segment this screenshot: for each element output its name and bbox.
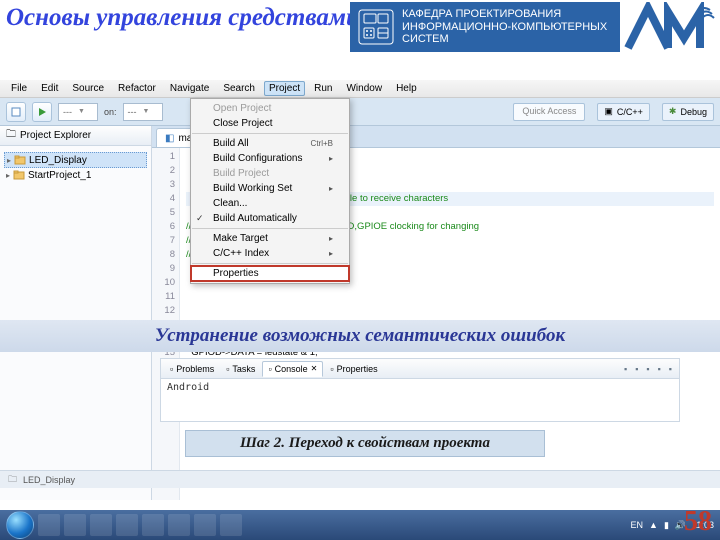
- menu-item-open-project: Open Project: [191, 101, 349, 116]
- panel-tab-console[interactable]: ▫Console ✕: [262, 361, 323, 377]
- menu-item-make-target[interactable]: Make Target▸: [191, 231, 349, 246]
- menu-search[interactable]: Search: [218, 81, 260, 96]
- tray-network-icon: ▮: [664, 520, 669, 531]
- menu-file[interactable]: File: [6, 81, 32, 96]
- bug-icon: ✱: [669, 106, 677, 117]
- taskbar-app-icon[interactable]: [64, 514, 86, 536]
- mid-caption-band: Устранение возможных семантических ошибо…: [0, 320, 720, 352]
- dropdown-icon[interactable]: ▪: [643, 364, 652, 374]
- on-label: on:: [104, 107, 117, 117]
- menu-item-build-all[interactable]: Build AllCtrl+B: [191, 136, 349, 151]
- properties-icon: ▫: [330, 364, 333, 374]
- console-icon: ▫: [268, 364, 271, 374]
- page-number: 58: [684, 506, 712, 538]
- taskbar-app-icon[interactable]: [168, 514, 190, 536]
- taskbar-app-icon[interactable]: [142, 514, 164, 536]
- expand-icon: ▸: [7, 156, 11, 165]
- menu-project[interactable]: Project: [264, 81, 305, 96]
- project-tree-item[interactable]: ▸LED_Display: [4, 152, 147, 168]
- new-button[interactable]: [6, 102, 26, 122]
- menu-refactor[interactable]: Refactor: [113, 81, 161, 96]
- tray-flag-icon: ▲: [649, 520, 658, 530]
- problems-icon: ▫: [170, 364, 173, 374]
- menu-source[interactable]: Source: [67, 81, 109, 96]
- project-tree-item[interactable]: ▸StartProject_1: [4, 168, 147, 182]
- target-combo[interactable]: ---▼: [58, 103, 98, 121]
- main-toolbar: ---▼ on: ---▼ Quick Access ▣C/C++ ✱Debug: [0, 98, 720, 126]
- logo-am: [624, 2, 716, 54]
- submenu-arrow-icon: ▸: [329, 154, 333, 163]
- menu-window[interactable]: Window: [341, 81, 387, 96]
- project-explorer-tab[interactable]: 🗀 Project Explorer: [0, 126, 151, 146]
- panel-tab-problems[interactable]: ▫Problems: [165, 362, 219, 376]
- menu-item-clean-[interactable]: Clean...: [191, 196, 349, 211]
- folder-icon: 🗀: [8, 472, 17, 488]
- run-button[interactable]: [32, 102, 52, 122]
- step-caption-text: Шаг 2. Переход к свойствам проекта: [240, 435, 490, 452]
- panel-tab-properties[interactable]: ▫Properties: [325, 362, 382, 376]
- mid-caption-text: Устранение возможных семантических ошибо…: [155, 325, 565, 347]
- step-caption-box: Шаг 2. Переход к свойствам проекта: [185, 430, 545, 457]
- menu-item-build-automatically[interactable]: ✓Build Automatically: [191, 211, 349, 226]
- quick-access[interactable]: Quick Access: [513, 103, 585, 121]
- c-file-icon: ◧: [165, 133, 174, 144]
- bottom-panel: ▫Problems▫Tasks▫Console ✕▫Properties▪▪▪▪…: [160, 358, 680, 422]
- project-icon: [13, 169, 25, 181]
- menu-run[interactable]: Run: [309, 81, 337, 96]
- menubar: File Edit Source Refactor Navigate Search Proj…: [0, 80, 720, 98]
- lang-indicator[interactable]: EN: [631, 520, 644, 530]
- menu-item-build-working-set[interactable]: Build Working Set▸: [191, 181, 349, 196]
- dept-text: КАФЕДРА ПРОЕКТИРОВАНИЯ ИНФОРМАЦИОННО-КОМ…: [402, 8, 612, 46]
- folder-icon: 🗀: [6, 127, 16, 144]
- taskbar-app-icon[interactable]: [90, 514, 112, 536]
- submenu-arrow-icon: ▸: [329, 184, 333, 193]
- submenu-arrow-icon: ▸: [329, 249, 333, 258]
- taskbar-app-icon[interactable]: [194, 514, 216, 536]
- start-button[interactable]: [6, 511, 34, 539]
- menu-navigate[interactable]: Navigate: [165, 81, 214, 96]
- menu-item-build-project: Build Project: [191, 166, 349, 181]
- maximize-icon[interactable]: ▪: [666, 364, 675, 374]
- check-icon: ✓: [196, 213, 204, 224]
- project-menu-dropdown: Open ProjectClose Project Build AllCtrl+B…: [190, 98, 350, 284]
- terminal-icon[interactable]: ▪: [621, 364, 630, 374]
- dept-banner: КАФЕДРА ПРОЕКТИРОВАНИЯ ИНФОРМАЦИОННО-КОМ…: [350, 2, 620, 52]
- menu-item-c-c-index[interactable]: C/C++ Index▸: [191, 246, 349, 261]
- status-project: LED_Display: [23, 475, 75, 485]
- taskbar-app-icon[interactable]: [220, 514, 242, 536]
- minimize-icon[interactable]: ▪: [655, 364, 664, 374]
- panel-tab-tasks[interactable]: ▫Tasks: [221, 362, 260, 376]
- submenu-arrow-icon: ▸: [329, 234, 333, 243]
- menu-item-build-configurations[interactable]: Build Configurations▸: [191, 151, 349, 166]
- project-explorer: 🗀 Project Explorer ▸LED_Display▸StartPro…: [0, 126, 152, 500]
- taskbar-app-icon[interactable]: [38, 514, 60, 536]
- cpp-icon: ▣: [604, 106, 613, 117]
- pin-icon[interactable]: ▪: [632, 364, 641, 374]
- windows-taskbar: EN ▲ ▮ 🔊 11:03: [0, 510, 720, 540]
- statusbar: 🗀 LED_Display: [0, 470, 720, 488]
- expand-icon: ▸: [6, 171, 10, 180]
- menu-edit[interactable]: Edit: [36, 81, 63, 96]
- perspective-debug[interactable]: ✱Debug: [662, 103, 714, 121]
- menu-item-properties[interactable]: Properties: [191, 266, 349, 281]
- perspective-cpp[interactable]: ▣C/C++: [597, 103, 650, 121]
- tasks-icon: ▫: [226, 364, 229, 374]
- console-output: Android: [161, 379, 679, 396]
- project-icon: [14, 154, 26, 166]
- menu-item-close-project[interactable]: Close Project: [191, 116, 349, 131]
- dept-icon: [358, 9, 394, 45]
- taskbar-app-icon[interactable]: [116, 514, 138, 536]
- menu-help[interactable]: Help: [391, 81, 422, 96]
- on-combo[interactable]: ---▼: [123, 103, 163, 121]
